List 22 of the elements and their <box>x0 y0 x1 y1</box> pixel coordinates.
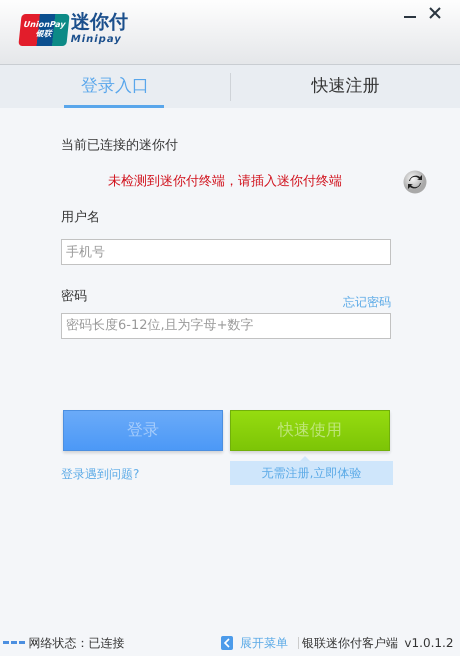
chevron-left-icon[interactable] <box>221 636 234 650</box>
error-message: 未检测到迷你付终端，请插入迷你付终端 <box>108 172 342 191</box>
version-text: v1.0.1.2 <box>404 635 454 652</box>
expand-menu-link[interactable]: 展开菜单 <box>240 634 288 652</box>
app-subtitle: Minipay <box>70 33 123 47</box>
connection-icon <box>3 641 26 645</box>
field-label: 用户名 <box>61 208 101 226</box>
help-link[interactable]: 登录遇到问题? <box>61 464 230 482</box>
password-field[interactable]: 密码长度6-12位,且为字母+数字 <box>61 312 391 338</box>
tab[interactable]: 快速注册 <box>230 65 460 108</box>
forgot-password-link[interactable]: 忘记密码 <box>343 292 391 310</box>
section-label: 当前已连接的迷你付 <box>61 137 179 155</box>
field-label: 密码 <box>61 288 87 306</box>
tooltip: 无需注册,立即体验 <box>230 460 393 484</box>
app-name: 银联迷你付客户端 <box>302 635 398 652</box>
network-status: 网络状态：已连接 <box>28 635 124 652</box>
refresh-icon[interactable] <box>403 170 427 194</box>
tooltip-arrow-icon <box>300 456 310 460</box>
username-field[interactable]: 手机号 <box>61 239 391 265</box>
app-title: 迷你付 <box>70 13 128 32</box>
close-icon[interactable] <box>428 7 440 19</box>
tab[interactable]: 登录入口 <box>0 65 230 108</box>
